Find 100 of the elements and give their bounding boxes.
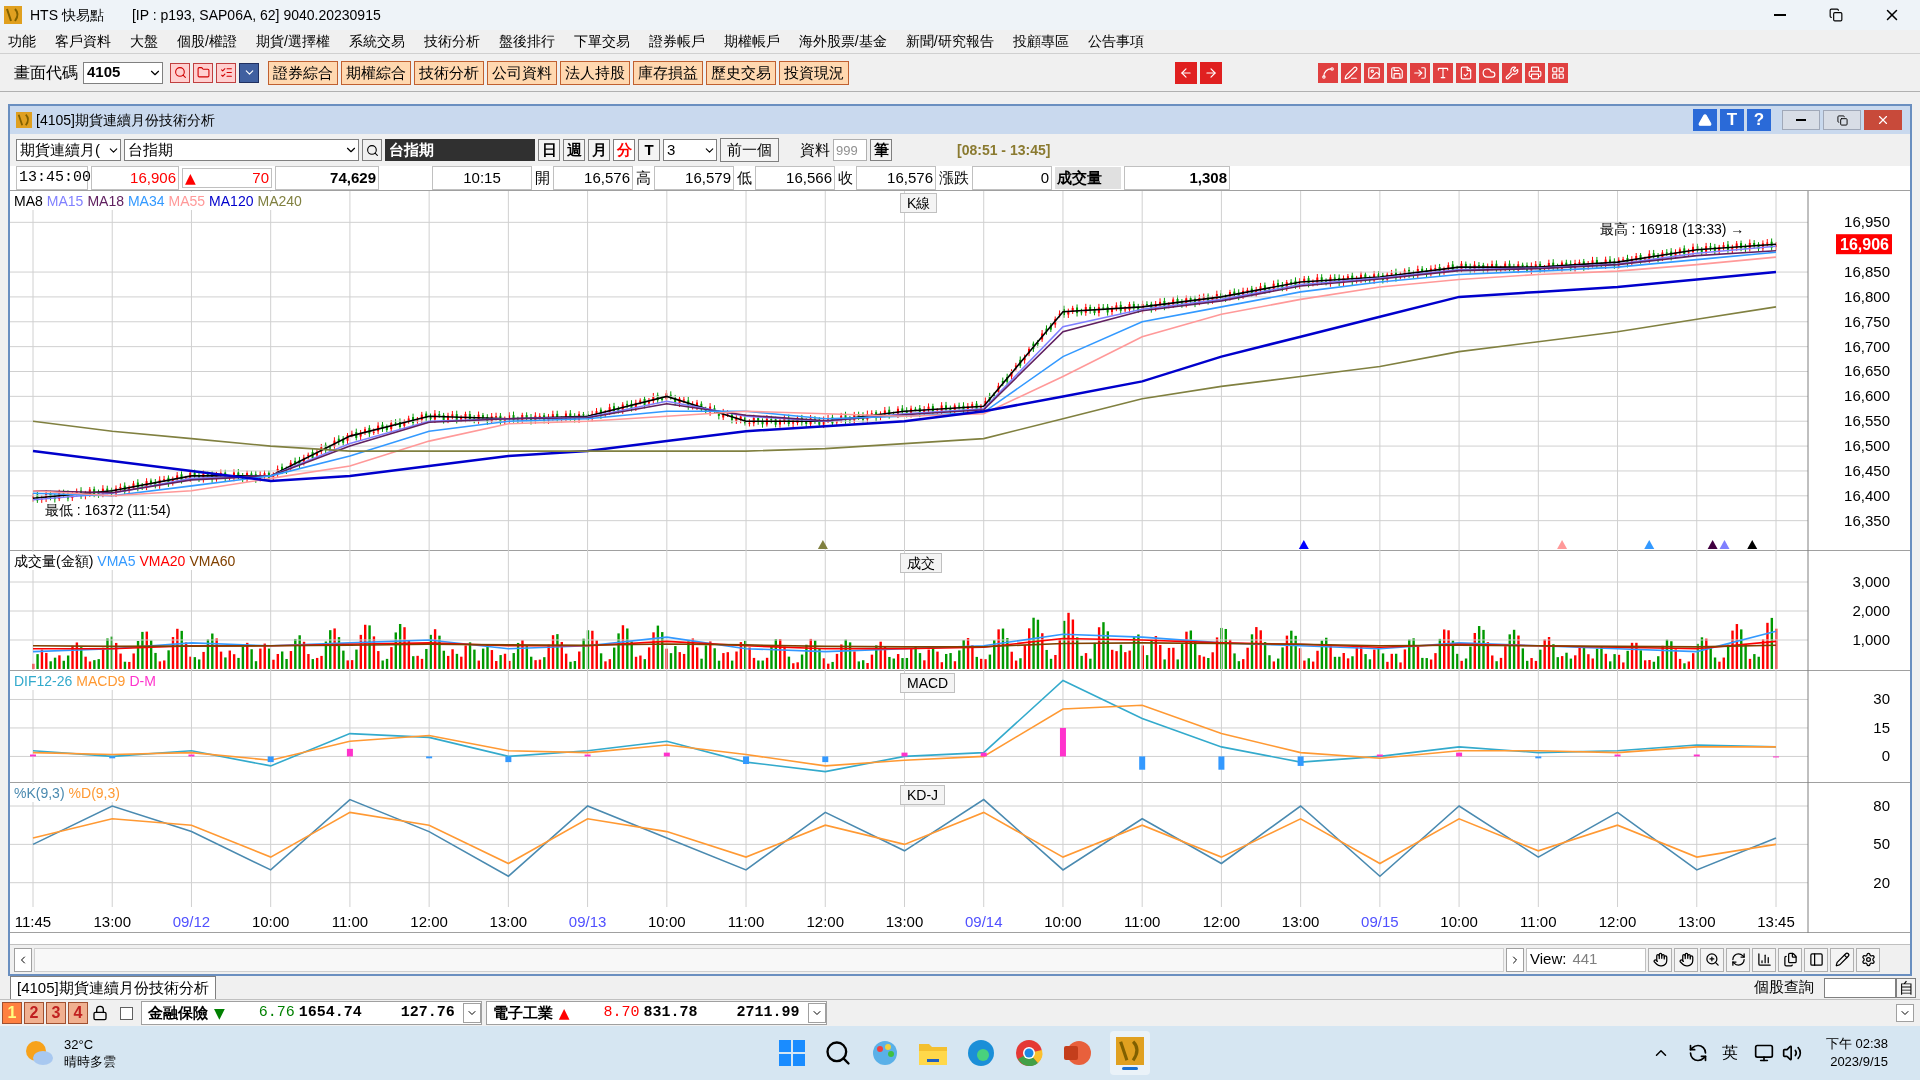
tool-button[interactable] xyxy=(1479,62,1499,83)
data-count-field[interactable]: 999 xyxy=(833,139,867,161)
menu-item[interactable]: 技術分析 xyxy=(423,31,480,52)
menu-item[interactable]: 期貨/選擇權 xyxy=(255,31,330,52)
toolbar-button[interactable]: 技術分析 xyxy=(414,60,484,85)
browser-icon[interactable] xyxy=(965,1038,996,1068)
period-tab[interactable]: 月 xyxy=(588,139,610,161)
menu-item[interactable]: 海外股票/基金 xyxy=(798,31,887,52)
chart-tool-button[interactable] xyxy=(1778,947,1802,972)
menu-item[interactable]: 客戶資料 xyxy=(55,31,111,52)
tool-button[interactable] xyxy=(1548,62,1568,83)
windows-icon[interactable] xyxy=(777,1039,806,1067)
triangle-button[interactable] xyxy=(1693,109,1717,131)
last-price-tag: 16,906 xyxy=(1836,234,1892,255)
help-button[interactable]: ? xyxy=(1747,109,1771,131)
toolbar-button[interactable]: 庫存損益 xyxy=(633,60,703,85)
list-button[interactable] xyxy=(216,62,236,83)
toolbar-button[interactable]: 法人持股 xyxy=(560,60,630,85)
network-icon[interactable] xyxy=(1753,1043,1774,1063)
checkbox[interactable] xyxy=(120,1006,133,1020)
chart-tool-button[interactable] xyxy=(1648,947,1672,972)
legend-label: %D(9,3) xyxy=(68,784,120,802)
wrench-icon xyxy=(1505,65,1519,80)
active-app-icon[interactable] xyxy=(1109,1031,1150,1075)
document-tab[interactable]: [4105]期貨連續月份技術分析 xyxy=(10,975,216,1000)
toolbar-button[interactable]: 證券綜合 xyxy=(268,60,338,85)
tool-button[interactable] xyxy=(1364,62,1384,83)
dropdown-button[interactable] xyxy=(462,1003,481,1023)
stock-lookup-field[interactable] xyxy=(1824,977,1896,998)
scroll-left-button[interactable] xyxy=(14,947,32,972)
series-select[interactable]: 期貨連續月( xyxy=(16,139,121,161)
menu-item[interactable]: 投顧專區 xyxy=(1012,31,1069,52)
forward-button[interactable] xyxy=(1200,61,1222,84)
period-tab[interactable]: 分 xyxy=(613,139,635,161)
menu-item[interactable]: 功能 xyxy=(8,31,36,52)
dropdown-button[interactable] xyxy=(807,1003,826,1023)
search-icon[interactable] xyxy=(823,1039,852,1067)
menu-item[interactable]: 系統交易 xyxy=(348,31,405,52)
tool-button[interactable] xyxy=(1387,62,1407,83)
axis-tick-label: 16,800 xyxy=(1844,287,1890,305)
toolbar-button[interactable]: 歷史交易 xyxy=(706,60,776,85)
period-tab[interactable]: T xyxy=(638,139,660,161)
dropdown-button[interactable] xyxy=(1896,1004,1914,1022)
tool-button[interactable] xyxy=(1502,62,1522,83)
toolbar-button[interactable]: 投資現況 xyxy=(779,60,849,85)
menu-item[interactable]: 大盤 xyxy=(130,31,158,52)
chart-tool-button[interactable] xyxy=(1700,947,1724,972)
tool-button[interactable] xyxy=(1410,62,1430,83)
unit-button[interactable]: 筆 xyxy=(870,139,892,161)
browser-icon[interactable] xyxy=(1013,1038,1044,1068)
interval-select[interactable]: 3 xyxy=(663,139,717,161)
chart-tool-button[interactable] xyxy=(1804,947,1828,972)
index-name: 電子工業 xyxy=(491,1002,554,1023)
menu-item[interactable]: 下單交易 xyxy=(573,31,630,52)
close-button[interactable] xyxy=(1864,110,1902,130)
time-axis-label: 10:00 xyxy=(648,913,686,930)
lookup-button[interactable]: 自 xyxy=(1896,977,1916,998)
menu-item[interactable]: 公告事項 xyxy=(1087,31,1144,52)
symbol-field[interactable]: 台指期 xyxy=(124,139,359,161)
checklist-icon xyxy=(1459,65,1473,80)
presentation-icon[interactable] xyxy=(1061,1038,1092,1068)
menu-item[interactable]: 個股/權證 xyxy=(177,31,237,52)
axis-tick-label: 2,000 xyxy=(1852,602,1890,619)
menu-dropdown-button[interactable] xyxy=(239,62,259,83)
scroll-right-button[interactable] xyxy=(1506,947,1524,972)
minimize-button[interactable] xyxy=(1782,110,1820,130)
last-price: 16,906 xyxy=(91,165,179,191)
axis-tick-label: 16,400 xyxy=(1844,486,1890,504)
screen-code-field[interactable]: 4105 xyxy=(83,61,163,84)
tool-button[interactable] xyxy=(1318,62,1338,83)
help-button[interactable]: T xyxy=(1720,109,1744,131)
menu-item[interactable]: 新聞/研究報告 xyxy=(905,31,994,52)
search-button[interactable] xyxy=(362,139,382,161)
trend-arrow: ▲ xyxy=(185,168,196,188)
chart-tool-button[interactable] xyxy=(1856,947,1880,972)
tool-button[interactable] xyxy=(1433,62,1453,83)
back-button[interactable] xyxy=(1175,61,1197,84)
toolbar-button[interactable]: 公司資料 xyxy=(487,60,557,85)
chart-tool-button[interactable] xyxy=(1674,947,1698,972)
checklist-icon xyxy=(219,66,233,79)
index-change: 6.76 xyxy=(257,1002,295,1023)
chart-tool-button[interactable] xyxy=(1830,947,1854,972)
folder-button[interactable] xyxy=(193,62,213,83)
tool-button[interactable] xyxy=(1525,62,1545,83)
tool-button[interactable] xyxy=(1341,62,1361,83)
previous-button[interactable]: 前一個 xyxy=(720,138,779,162)
restore-button[interactable] xyxy=(1823,110,1861,130)
menu-item[interactable]: 期權帳戶 xyxy=(723,31,780,52)
period-tab[interactable]: 日 xyxy=(538,139,560,161)
volume-icon[interactable] xyxy=(1781,1043,1802,1063)
menu-item[interactable]: 證券帳戶 xyxy=(648,31,705,52)
legend-label: %K(9,3) xyxy=(14,784,65,802)
toolbar-button[interactable]: 期權綜合 xyxy=(341,60,411,85)
chart-tool-button[interactable] xyxy=(1752,947,1776,972)
tool-button[interactable] xyxy=(1456,62,1476,83)
menu-item[interactable]: 盤後排行 xyxy=(498,31,555,52)
chart-tool-button[interactable] xyxy=(1726,947,1750,972)
period-tab[interactable]: 週 xyxy=(563,139,585,161)
legend-label: MA120 xyxy=(209,192,254,210)
quote-field-label: 漲跌 xyxy=(939,167,969,188)
